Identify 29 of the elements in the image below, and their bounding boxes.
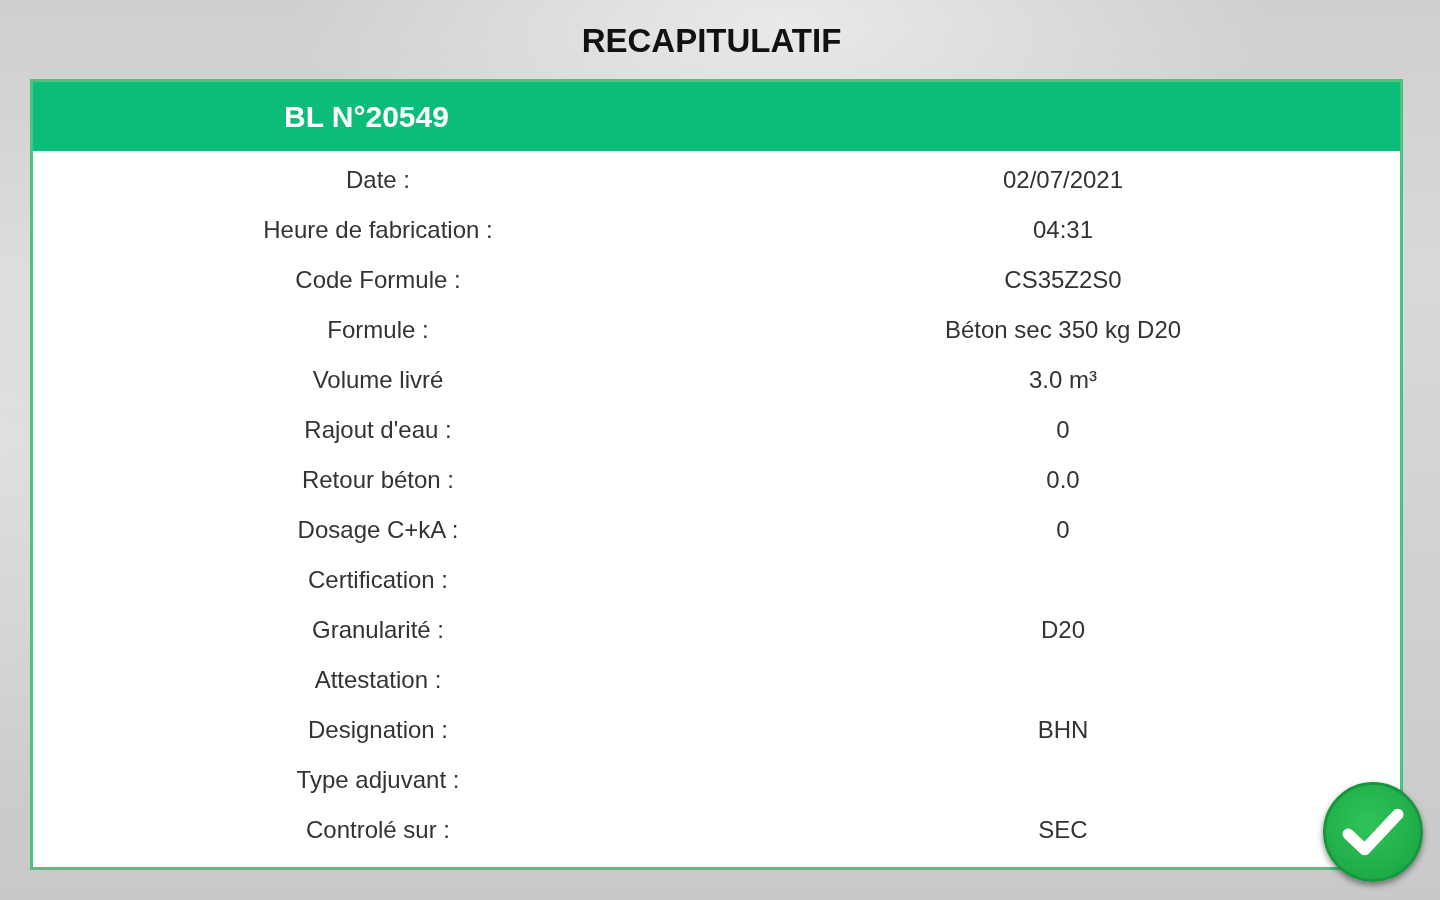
page-title: RECAPITULATIF: [580, 21, 843, 61]
field-value: Béton sec 350 kg D20: [944, 316, 1182, 344]
field-label: Heure de fabrication :: [263, 216, 493, 244]
field-label: Code Formule :: [295, 266, 461, 294]
field-value: BHN: [1037, 716, 1089, 744]
field-value: CS35Z2S0: [1004, 266, 1122, 294]
field-value: 04:31: [1032, 216, 1094, 244]
field-label: Designation :: [307, 716, 449, 744]
field-label: Certification :: [307, 566, 449, 594]
check-icon: [1342, 806, 1404, 858]
field-label: Dosage C+kA :: [297, 516, 459, 544]
field-label: Date :: [346, 166, 410, 194]
field-label: Retour béton :: [301, 466, 455, 494]
field-value: SEC: [1038, 816, 1088, 844]
field-label: Rajout d'eau :: [304, 416, 452, 444]
field-label: Controlé sur :: [305, 816, 451, 844]
field-label: Type adjuvant :: [296, 766, 460, 794]
field-value: 0: [1056, 516, 1070, 544]
field-value: 0: [1056, 416, 1070, 444]
field-value: 02/07/2021: [1002, 166, 1124, 194]
field-value: 3.0 m³: [1029, 366, 1097, 394]
delivery-number: BL N°20549: [284, 99, 449, 134]
field-label: Granularité :: [311, 616, 445, 644]
field-label: Volume livré: [312, 366, 444, 394]
field-value: D20: [1041, 616, 1085, 644]
field-label: Formule :: [327, 316, 429, 344]
field-label: Attestation :: [314, 666, 442, 694]
field-value: 0.0: [1046, 466, 1080, 494]
confirm-button[interactable]: [1323, 782, 1423, 882]
